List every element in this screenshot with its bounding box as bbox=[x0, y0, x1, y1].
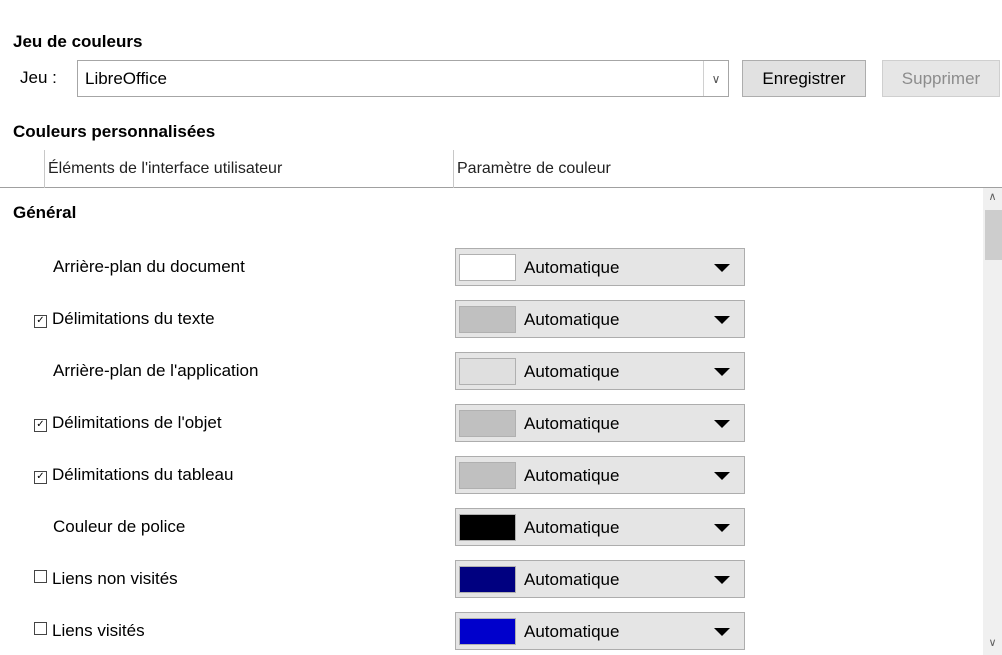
row-label: Couleur de police bbox=[53, 517, 185, 537]
row-label-text: Liens visités bbox=[52, 621, 145, 640]
color-dropdown[interactable]: Automatique bbox=[455, 300, 745, 338]
triangle-down-icon bbox=[714, 264, 730, 272]
color-value: Automatique bbox=[524, 518, 620, 537]
delete-button[interactable]: Supprimer bbox=[882, 60, 1000, 97]
color-value: Automatique bbox=[524, 414, 620, 433]
scheme-section-title: Jeu de couleurs bbox=[13, 32, 143, 51]
row-label-text: Délimitations du texte bbox=[52, 309, 215, 328]
row-label: Liens visités bbox=[34, 621, 145, 641]
color-swatch bbox=[459, 514, 516, 541]
scroll-up-icon[interactable]: ∧ bbox=[983, 190, 1002, 203]
header-separator bbox=[453, 150, 454, 188]
color-dropdown[interactable]: Automatique bbox=[455, 456, 745, 494]
row-label-text: Arrière-plan du document bbox=[53, 257, 245, 276]
color-dropdown[interactable]: Automatique bbox=[455, 248, 745, 286]
checkbox-checked-icon[interactable]: ✓ bbox=[34, 419, 47, 432]
custom-colors-title: Couleurs personnalisées bbox=[13, 122, 216, 141]
triangle-down-icon bbox=[714, 316, 730, 324]
save-button[interactable]: Enregistrer bbox=[742, 60, 866, 97]
row-label: ✓ Délimitations de l'objet bbox=[34, 413, 222, 433]
color-swatch bbox=[459, 410, 516, 437]
scroll-down-icon[interactable]: ∨ bbox=[983, 636, 1002, 649]
triangle-down-icon bbox=[714, 628, 730, 636]
scheme-combobox[interactable]: LibreOffice ∨ bbox=[77, 60, 729, 97]
chevron-down-icon[interactable]: ∨ bbox=[703, 61, 728, 96]
column-header-color-setting[interactable]: Paramètre de couleur bbox=[457, 160, 611, 178]
color-value: Automatique bbox=[524, 466, 620, 485]
group-general: Général bbox=[13, 203, 77, 222]
color-dropdown[interactable]: Automatique bbox=[455, 352, 745, 390]
row-label: Arrière-plan du document bbox=[53, 257, 245, 277]
color-dropdown[interactable]: Automatique bbox=[455, 508, 745, 546]
color-swatch bbox=[459, 358, 516, 385]
color-value: Automatique bbox=[524, 258, 620, 277]
row-label-text: Délimitations du tableau bbox=[52, 465, 234, 484]
checkbox-checked-icon[interactable]: ✓ bbox=[34, 315, 47, 328]
color-dropdown[interactable]: Automatique bbox=[455, 560, 745, 598]
color-dropdown[interactable]: Automatique bbox=[455, 612, 745, 650]
triangle-down-icon bbox=[714, 368, 730, 376]
row-label: Arrière-plan de l'application bbox=[53, 361, 258, 381]
row-label-text: Couleur de police bbox=[53, 517, 186, 536]
color-value: Automatique bbox=[524, 310, 620, 329]
color-value: Automatique bbox=[524, 622, 620, 641]
row-label: Liens non visités bbox=[34, 569, 178, 589]
scheme-label: Jeu : bbox=[20, 68, 57, 87]
color-value: Automatique bbox=[524, 570, 620, 589]
checkbox-icon[interactable] bbox=[34, 570, 47, 583]
color-dropdown[interactable]: Automatique bbox=[455, 404, 745, 442]
scheme-value: LibreOffice bbox=[85, 69, 167, 88]
triangle-down-icon bbox=[714, 420, 730, 428]
triangle-down-icon bbox=[714, 524, 730, 532]
row-label-text: Arrière-plan de l'application bbox=[53, 361, 259, 380]
scrollbar-thumb[interactable] bbox=[985, 210, 1002, 260]
color-swatch bbox=[459, 618, 516, 645]
checkbox-checked-icon[interactable]: ✓ bbox=[34, 471, 47, 484]
color-value: Automatique bbox=[524, 362, 620, 381]
color-swatch bbox=[459, 566, 516, 593]
triangle-down-icon bbox=[714, 576, 730, 584]
triangle-down-icon bbox=[714, 472, 730, 480]
row-label: ✓ Délimitations du texte bbox=[34, 309, 215, 329]
row-label-text: Liens non visités bbox=[52, 569, 178, 588]
color-swatch bbox=[459, 306, 516, 333]
color-swatch bbox=[459, 462, 516, 489]
row-label-text: Délimitations de l'objet bbox=[52, 413, 222, 432]
checkbox-icon[interactable] bbox=[34, 622, 47, 635]
color-swatch bbox=[459, 254, 516, 281]
column-header-ui-elements[interactable]: Éléments de l'interface utilisateur bbox=[48, 160, 282, 178]
row-label: ✓ Délimitations du tableau bbox=[34, 465, 233, 485]
header-separator bbox=[44, 150, 45, 188]
